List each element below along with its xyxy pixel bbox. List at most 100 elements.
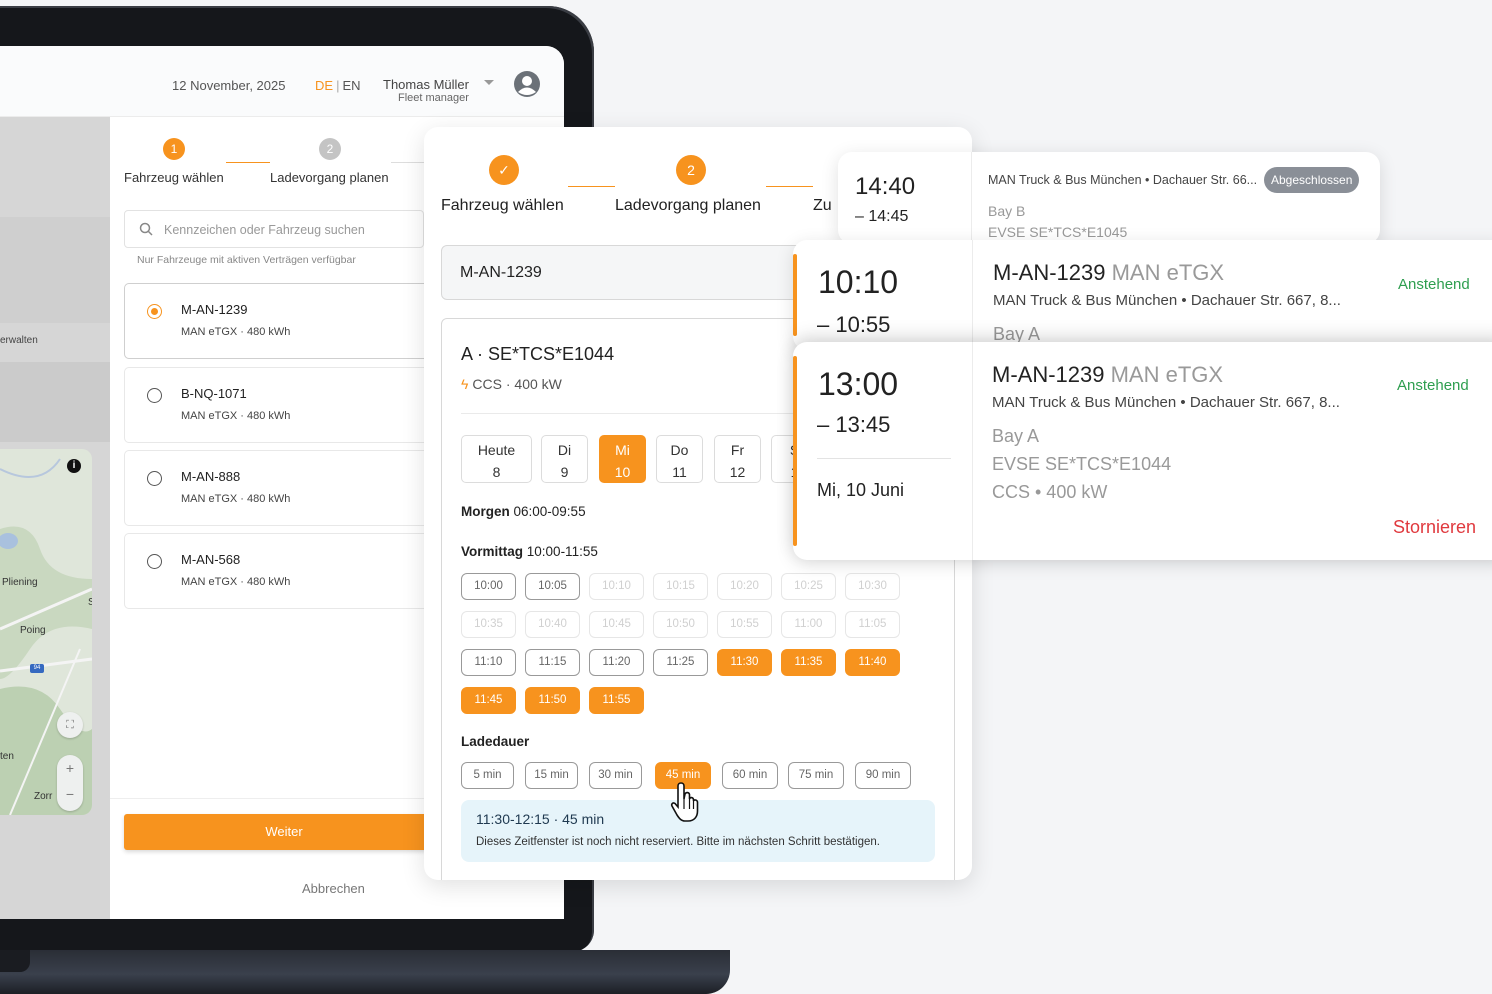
duration-chip[interactable]: 5 min [461, 762, 514, 789]
time-slot-chip[interactable]: 11:55 [589, 687, 644, 714]
vehicle-search-input[interactable]: Kennzeichen oder Fahrzeug suchen [124, 210, 424, 248]
duration-chip[interactable]: 90 min [855, 762, 911, 789]
appointment-card[interactable]: 10:10 – 10:55 M-AN-1239 MAN eTGX MAN Tru… [793, 240, 1492, 350]
step-label: Zu [813, 197, 832, 214]
appointment-vehicle: M-AN-1239 MAN eTGX [992, 362, 1224, 387]
time-slot-chip: 10:50 [653, 611, 708, 638]
search-placeholder: Kennzeichen oder Fahrzeug suchen [164, 223, 365, 237]
summary-title: 11:30-12:15 · 45 min [476, 811, 605, 827]
appointment-location: MAN Truck & Bus München • Dachauer Str. … [992, 394, 1340, 411]
cancel-button[interactable]: Abbrechen [302, 881, 365, 896]
vehicle-option[interactable]: M-AN-888 MAN eTGX · 480 kWh [124, 450, 434, 526]
cancel-appointment-button[interactable]: Stornieren [1393, 517, 1476, 538]
duration-chip[interactable]: 75 min [788, 762, 844, 789]
day-tab[interactable]: Heute 8 [461, 435, 532, 483]
time-slot-chip[interactable]: 11:50 [525, 687, 580, 714]
step-connector [226, 162, 270, 163]
time-slot-chip[interactable]: 11:45 [461, 687, 516, 714]
radio-button[interactable] [147, 304, 162, 319]
step-connector [766, 186, 813, 187]
highway-shield: 94 [30, 664, 44, 673]
time-slot-chip: 10:55 [717, 611, 772, 638]
time-slot-chip[interactable]: 11:15 [525, 649, 580, 676]
appointment-date: Mi, 10 Juni [817, 480, 905, 500]
day-tab[interactable]: Do 11 [656, 435, 703, 483]
search-icon [139, 222, 153, 236]
check-icon: ✓ [489, 155, 519, 185]
status-badge: Abgeschlossen [1264, 167, 1360, 193]
vehicle-plate: M-AN-1239 [181, 302, 248, 317]
time-slot-chip[interactable]: 10:00 [461, 573, 516, 600]
fullscreen-icon[interactable]: ⛶ [57, 712, 83, 738]
appointment-end: – 10:55 [817, 312, 891, 337]
user-name[interactable]: Thomas Müller [383, 78, 469, 91]
current-date: 12 November, 2025 [172, 78, 286, 93]
vehicle-plate: B-NQ-1071 [181, 386, 247, 401]
time-slot-chip[interactable]: 10:05 [525, 573, 580, 600]
time-section-forenoon: Vormittag 10:00-11:55 [461, 544, 598, 559]
chevron-down-icon[interactable] [484, 80, 494, 85]
status-badge: Anstehend [1397, 377, 1469, 394]
time-slot-chip: 10:25 [781, 573, 836, 600]
appointment-bay: Bay B [988, 203, 1026, 219]
vehicle-spec: MAN eTGX · 480 kWh [181, 410, 291, 422]
vehicle-spec: MAN eTGX · 480 kWh [181, 576, 291, 588]
next-button[interactable]: Weiter [124, 814, 444, 850]
step-number: 2 [676, 155, 706, 185]
appointment-vehicle: M-AN-1239 MAN eTGX [993, 260, 1225, 285]
day-tab[interactable]: Di 9 [541, 435, 588, 483]
vehicle-option[interactable]: B-NQ-1071 MAN eTGX · 480 kWh [124, 367, 434, 443]
vehicle-option[interactable]: M-AN-1239 MAN eTGX · 480 kWh [124, 283, 434, 359]
radio-button[interactable] [147, 471, 162, 486]
appointment-evse: EVSE SE*TCS*E1045 [988, 224, 1128, 240]
day-tab-selected[interactable]: Mi 10 [599, 435, 646, 483]
appointment-card-expanded[interactable]: 13:00 – 13:45 Mi, 10 Juni M-AN-1239 MAN … [793, 342, 1492, 560]
appointment-card-completed[interactable]: 14:40 – 14:45 MAN Truck & Bus München • … [838, 152, 1380, 244]
step-number: 2 [319, 138, 341, 160]
appointment-start: 10:10 [818, 264, 899, 300]
sidebar-item-label: erwalten [0, 335, 38, 346]
duration-chip[interactable]: 15 min [525, 762, 578, 789]
time-slot-chip[interactable]: 11:35 [781, 649, 836, 676]
duration-chip[interactable]: 60 min [722, 762, 778, 789]
step-connector [568, 186, 615, 187]
map-view[interactable]: i Pliening S Poing 94 ten Zorr ⛶ + − [0, 449, 92, 815]
search-hint: Nur Fahrzeuge mit aktiven Verträgen verf… [137, 254, 356, 266]
vehicle-spec: MAN eTGX · 480 kWh [181, 493, 291, 505]
appointment-connector: CCS • 400 kW [992, 482, 1108, 502]
lang-en[interactable]: EN [342, 78, 360, 93]
charger-title: A · SE*TCS*E1044 [461, 344, 615, 364]
time-slot-chip[interactable]: 11:20 [589, 649, 644, 676]
appointment-start: 14:40 [855, 173, 916, 200]
time-slot-chip: 10:40 [525, 611, 580, 638]
day-tab[interactable]: Fr 12 [714, 435, 761, 483]
duration-label: Ladedauer [461, 734, 530, 749]
map-city-label: Pliening [2, 577, 38, 588]
time-section-morning[interactable]: Morgen 06:00-09:55 [461, 504, 586, 519]
radio-button[interactable] [147, 554, 162, 569]
step-label: Fahrzeug wählen [441, 197, 564, 214]
time-slot-chip[interactable]: 11:40 [845, 649, 900, 676]
time-slot-chip: 11:00 [781, 611, 836, 638]
time-slot-chip[interactable]: 11:25 [653, 649, 708, 676]
lang-de[interactable]: DE [315, 78, 333, 93]
step-label: Ladevorgang planen [270, 170, 389, 185]
appointment-start: 13:00 [818, 366, 899, 402]
time-slot-chip: 10:20 [717, 573, 772, 600]
appointment-end: – 14:45 [855, 208, 909, 225]
time-slot-chip: 10:15 [653, 573, 708, 600]
time-slot-chip: 10:45 [589, 611, 644, 638]
vehicle-spec: MAN eTGX · 480 kWh [181, 326, 291, 338]
laptop-base [0, 950, 730, 994]
avatar-icon[interactable] [513, 70, 541, 98]
vehicle-field[interactable]: M-AN-1239 [441, 245, 841, 300]
duration-chip[interactable]: 30 min [589, 762, 642, 789]
radio-button[interactable] [147, 388, 162, 403]
time-slot-chip[interactable]: 11:30 [717, 649, 772, 676]
vehicle-option[interactable]: M-AN-568 MAN eTGX · 480 kWh [124, 533, 434, 609]
info-icon[interactable]: i [67, 459, 81, 473]
user-role: Fleet manager [398, 92, 469, 104]
zoom-control[interactable]: + − [57, 755, 83, 811]
time-slot-chip[interactable]: 11:10 [461, 649, 516, 676]
step-number: 1 [163, 138, 185, 160]
